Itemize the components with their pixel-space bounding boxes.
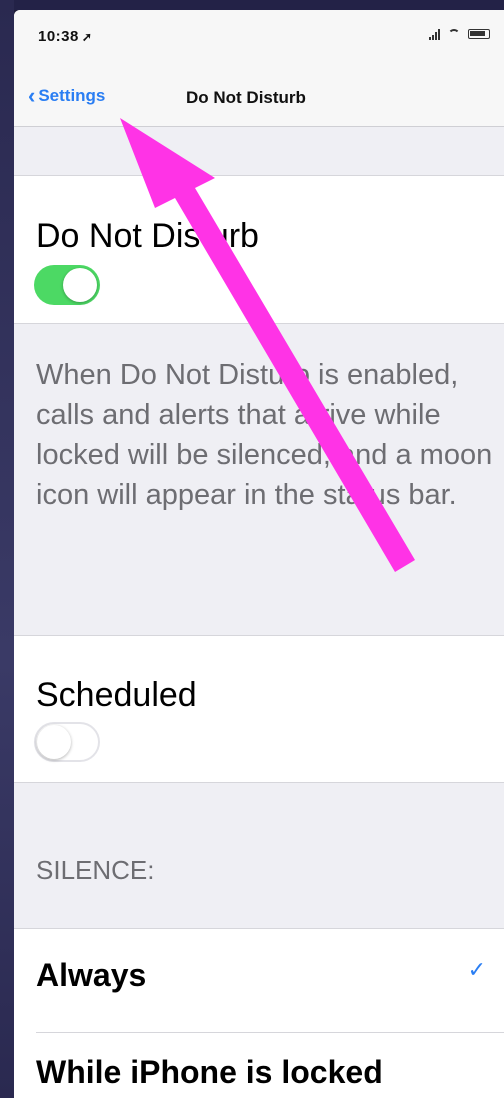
wifi-icon — [447, 29, 461, 39]
toggle-knob — [63, 268, 97, 302]
scheduled-toggle[interactable] — [34, 722, 100, 762]
status-bar: 10:38 ➚ — [14, 10, 504, 60]
divider — [14, 323, 504, 324]
checkmark-icon: ✓ — [467, 957, 486, 982]
silence-options: Always ✓ While iPhone is locked — [14, 929, 504, 1098]
divider — [36, 1032, 504, 1033]
divider — [14, 175, 504, 176]
dnd-cell: Do Not Disturb — [14, 175, 504, 323]
background-left — [0, 0, 14, 1098]
silence-header: SILENCE: — [36, 855, 155, 885]
dnd-toggle[interactable] — [34, 265, 100, 305]
navigation-bar: ‹ Settings Do Not Disturb — [14, 60, 504, 127]
back-button-label: Settings — [38, 86, 106, 105]
back-button[interactable]: ‹ Settings — [28, 85, 105, 107]
phone-screen: 10:38 ➚ ‹ Settings Do Not Disturb Do Not … — [14, 10, 504, 1098]
option-always[interactable]: Always — [36, 957, 146, 994]
chevron-left-icon: ‹ — [28, 83, 36, 108]
page-title: Do Not Disturb — [186, 88, 306, 107]
option-while-locked[interactable]: While iPhone is locked — [36, 1054, 383, 1091]
status-icons — [429, 28, 490, 40]
location-arrow-icon: ➚ — [81, 30, 93, 44]
signal-icon — [429, 28, 440, 40]
dnd-label: Do Not Disturb — [36, 217, 259, 255]
status-time: 10:38 ➚ — [38, 28, 93, 45]
dnd-description: When Do Not Disturb is enabled, calls an… — [36, 359, 493, 511]
scheduled-cell: Scheduled — [14, 636, 504, 782]
background-top — [0, 0, 504, 10]
scheduled-label: Scheduled — [36, 676, 197, 714]
battery-icon — [468, 29, 490, 39]
divider — [14, 782, 504, 783]
toggle-knob — [37, 725, 71, 759]
